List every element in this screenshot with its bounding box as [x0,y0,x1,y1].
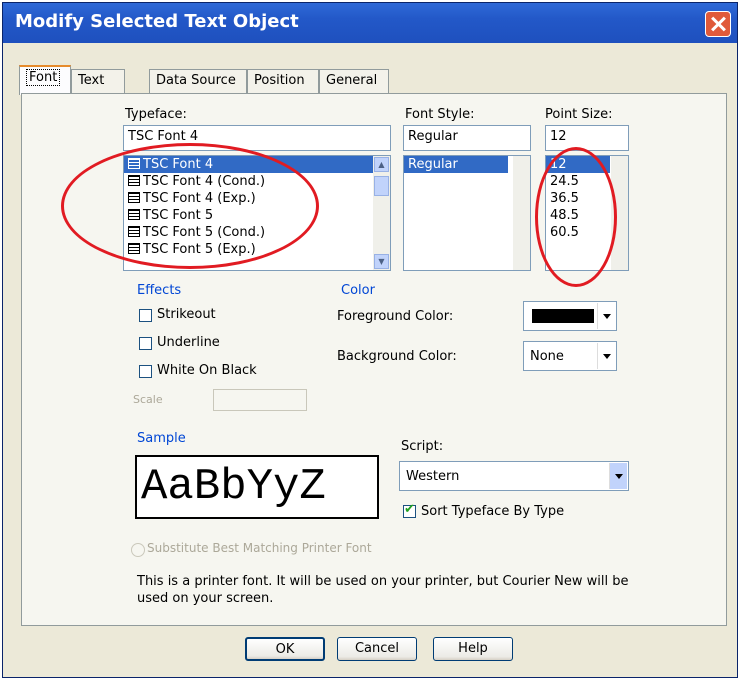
substitute-label: Substitute Best Matching Printer Font [147,541,372,555]
color-swatch [532,309,594,323]
printer-font-info: This is a printer font. It will be used … [137,574,629,606]
sample-text: AaBbYyZ [141,462,326,512]
font-style-list[interactable]: Regular [403,155,531,271]
typeface-scrollbar[interactable]: ▲ ▼ [373,156,390,270]
annotation-ellipse-typeface [61,143,319,269]
substitute-radio [131,543,145,557]
sample-preview: AaBbYyZ [135,455,379,519]
sort-typeface-label: Sort Typeface By Type [421,504,565,519]
scale-select [213,389,307,411]
checkmark-icon: ✔ [404,502,415,517]
dialog-window: Modify Selected Text Object Font Text Da… [2,2,738,678]
scroll-up-icon[interactable]: ▲ [374,157,389,172]
tab-position[interactable]: Position [247,69,319,93]
chevron-down-icon[interactable] [609,463,627,489]
sample-group-title: Sample [137,431,186,446]
tab-general[interactable]: General [319,69,389,93]
foreground-color-label: Foreground Color: [337,309,454,324]
title-bar[interactable]: Modify Selected Text Object [3,3,737,43]
tab-data-source[interactable]: Data Source [149,69,247,93]
font-style-scrollbar[interactable] [513,156,530,270]
chevron-down-icon[interactable] [597,343,615,369]
background-color-select[interactable]: None [523,341,617,371]
scroll-down-icon[interactable]: ▼ [374,254,389,269]
help-button[interactable]: Help [433,637,513,661]
underline-checkbox[interactable] [139,337,152,350]
color-group-title: Color [341,283,375,298]
close-icon[interactable] [705,11,731,37]
white-on-black-checkbox[interactable] [139,365,152,378]
scale-label: Scale [133,393,163,406]
font-style-label: Font Style: [405,107,475,122]
effects-group-title: Effects [137,283,182,298]
background-color-value: None [530,349,564,364]
tab-font[interactable]: Font [19,65,71,95]
font-style-input[interactable]: Regular [403,125,531,151]
scroll-thumb[interactable] [374,176,389,196]
white-on-black-label: White On Black [157,363,257,378]
annotation-ellipse-point-size [535,147,617,287]
tab-text[interactable]: Text [71,69,125,93]
foreground-color-select[interactable] [523,301,617,331]
script-label: Script: [401,439,444,454]
strikeout-checkbox[interactable] [139,309,152,322]
point-size-input[interactable]: 12 [545,125,629,151]
underline-label: Underline [157,335,220,350]
cancel-button[interactable]: Cancel [337,637,417,661]
sort-typeface-checkbox[interactable]: ✔ [403,502,416,518]
strikeout-label: Strikeout [157,307,216,322]
point-size-label: Point Size: [545,107,613,122]
typeface-label: Typeface: [125,107,187,122]
ok-button[interactable]: OK [245,637,325,661]
window-title: Modify Selected Text Object [15,11,299,32]
font-style-item[interactable]: Regular [404,156,508,173]
chevron-down-icon[interactable] [597,303,615,329]
background-color-label: Background Color: [337,349,457,364]
script-value: Western [406,469,460,484]
script-select[interactable]: Western [399,461,629,491]
